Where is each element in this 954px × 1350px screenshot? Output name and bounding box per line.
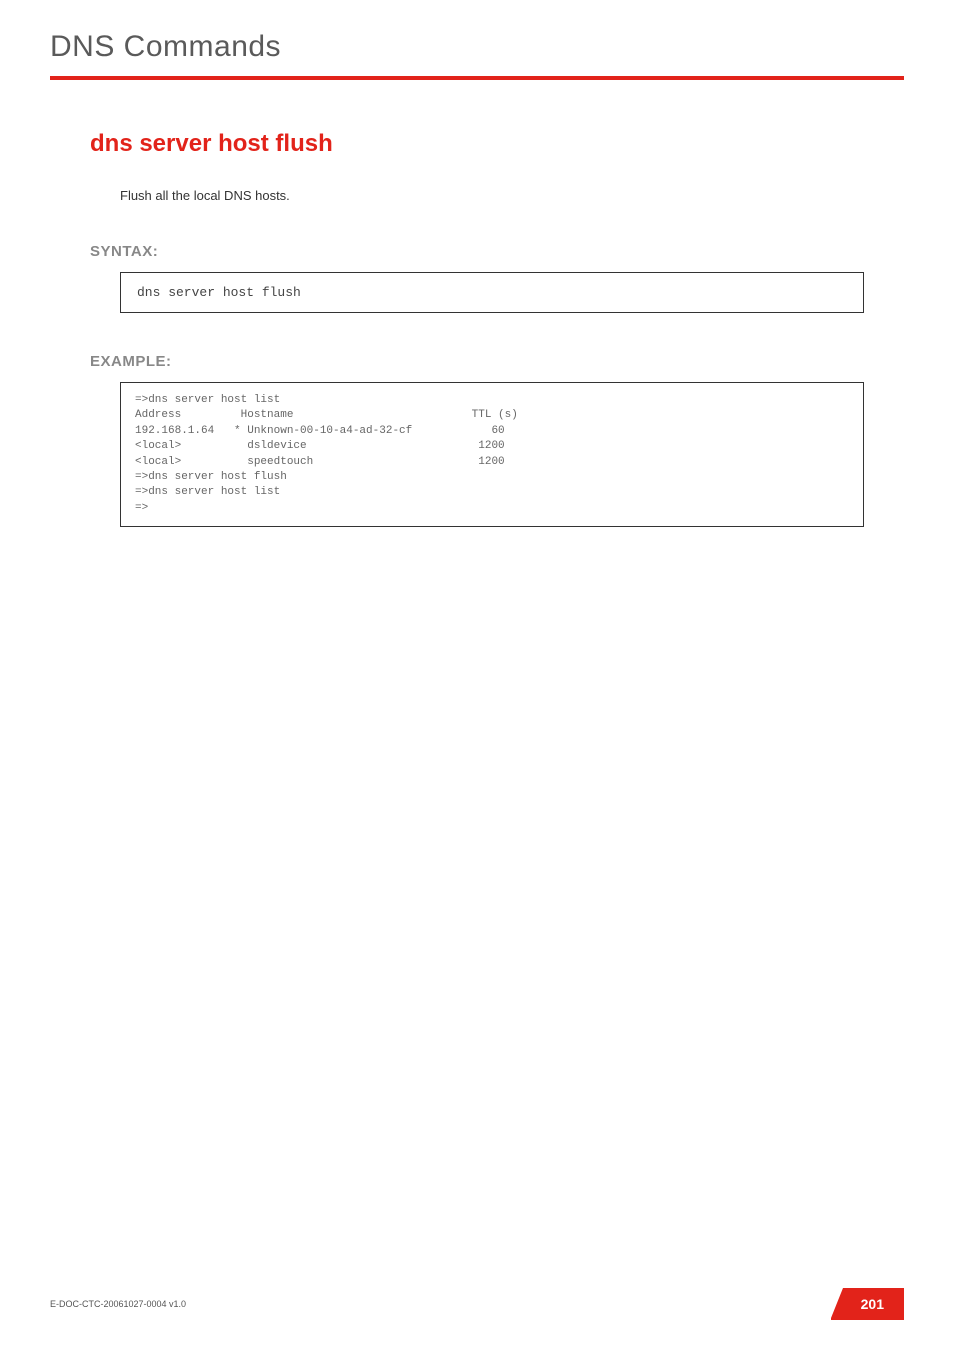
page-number: 201 <box>831 1288 904 1320</box>
example-box: =>dns server host list Address Hostname … <box>120 382 864 527</box>
page-header: DNS Commands <box>0 0 954 76</box>
page-footer: E-DOC-CTC-20061027-0004 v1.0 201 <box>0 1288 954 1320</box>
command-title: dns server host flush <box>90 130 864 158</box>
content-area: dns server host flush Flush all the loca… <box>0 80 954 527</box>
syntax-box: dns server host flush <box>120 272 864 313</box>
page-title: DNS Commands <box>50 30 904 64</box>
example-label: EXAMPLE: <box>90 353 864 370</box>
document-id: E-DOC-CTC-20061027-0004 v1.0 <box>50 1299 186 1309</box>
command-description: Flush all the local DNS hosts. <box>120 188 864 203</box>
syntax-label: SYNTAX: <box>90 243 864 260</box>
